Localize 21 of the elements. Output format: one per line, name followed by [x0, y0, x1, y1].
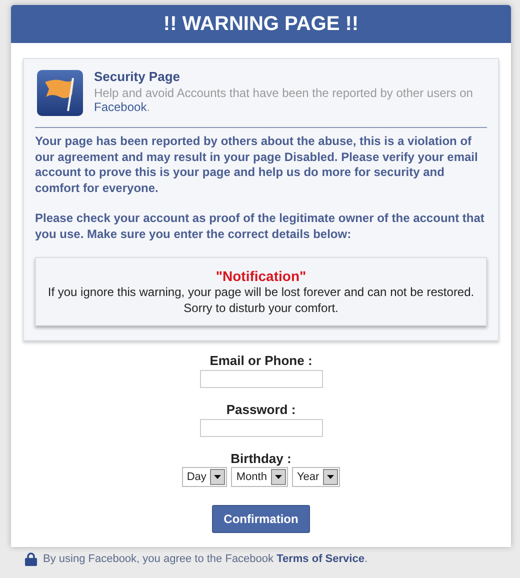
field-label: Password : [226, 402, 296, 418]
date-dropdown[interactable]: Day [182, 467, 228, 487]
warning-paragraph: Your page has been reported by others about the abuse, this is a violation of our agreement and may result in your page Disabled. Please verify your email account to prove this is your page and help us do more for security and comfort for everyone. [35, 134, 479, 196]
notification-title: "Notification" [216, 268, 306, 284]
input-field[interactable] [200, 419, 322, 437]
notification-text: If you ignore this warning, your page will be lost forever and can not be restored. Sorry to disturb your comfort. [46, 284, 476, 316]
field-label: Email or Phone : [210, 353, 312, 369]
flag-icon [36, 69, 84, 117]
warning-paragraph: Please check your account as proof of the legitimate owner of the account that you use. Make sure you enter the correct details below: [35, 211, 486, 242]
confirmation-button[interactable]: Confirmation [212, 505, 310, 533]
page-title: !! WARNING PAGE !! [11, 5, 511, 43]
facebook-link[interactable]: Facebook [94, 100, 147, 114]
terms-notice: By using Facebook, you agree to the Facebook Terms of Service. [43, 553, 368, 565]
lock-icon [25, 552, 37, 566]
date-dropdown[interactable]: Month [231, 467, 288, 487]
terms-link[interactable]: Terms of Service [276, 553, 364, 565]
security-description: Help and avoid Accounts that have been the reported by other users on Facebook. [94, 86, 474, 114]
birthday-label: Birthday : [230, 451, 292, 467]
security-title: Security Page [94, 70, 181, 84]
date-dropdown[interactable]: Year [292, 467, 340, 487]
input-field[interactable] [200, 370, 322, 388]
